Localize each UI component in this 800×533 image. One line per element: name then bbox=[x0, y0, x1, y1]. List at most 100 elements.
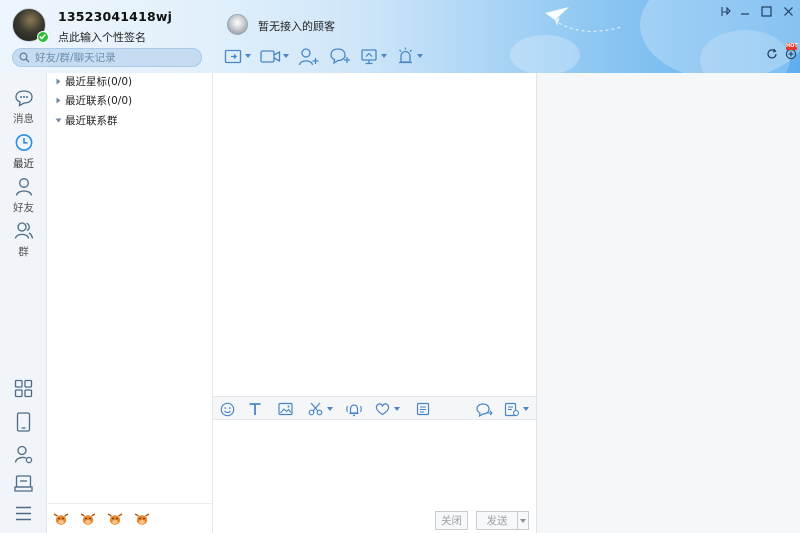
clock-icon bbox=[15, 134, 32, 151]
smiley-icon bbox=[220, 402, 235, 416]
user-icon bbox=[15, 178, 32, 196]
username[interactable]: 13523041418wj bbox=[58, 9, 172, 24]
nav-groups-label: 群 bbox=[18, 246, 29, 258]
chat-toolbar bbox=[224, 44, 432, 68]
font-button[interactable] bbox=[248, 401, 262, 417]
send-button[interactable]: 发送 bbox=[476, 511, 517, 530]
nav-messages[interactable]: 消息 bbox=[0, 89, 47, 126]
nav-groups[interactable]: 群 bbox=[0, 221, 47, 259]
search-input[interactable] bbox=[35, 50, 195, 65]
left-sidebar: 消息 最近 好友 群 bbox=[0, 73, 47, 533]
quick-reply-button[interactable] bbox=[416, 401, 430, 417]
video-camera-icon bbox=[260, 49, 281, 63]
send-options-button[interactable] bbox=[517, 511, 529, 530]
chevron-down-icon[interactable] bbox=[327, 407, 333, 411]
main-menu-button[interactable] bbox=[14, 505, 33, 525]
input-footer: 关闭 发送 bbox=[213, 504, 536, 533]
inbox-icon bbox=[14, 475, 33, 492]
emoji-button[interactable] bbox=[220, 401, 235, 417]
minimize-icon bbox=[741, 13, 749, 15]
folder-transfer-icon bbox=[224, 49, 242, 63]
create-discussion-button[interactable] bbox=[329, 44, 351, 68]
hot-badge: HOT bbox=[786, 43, 798, 50]
image-icon bbox=[278, 402, 293, 416]
group-starred[interactable]: 最近星标(0/0) bbox=[52, 72, 132, 90]
refresh-icon bbox=[767, 48, 777, 59]
customer-service-button[interactable] bbox=[14, 474, 33, 496]
message-record-button[interactable] bbox=[504, 401, 529, 417]
info-panel bbox=[537, 73, 800, 533]
contacts-footer bbox=[48, 503, 212, 533]
chevron-down-icon bbox=[520, 518, 526, 523]
group-recent-groups[interactable]: 最近联系群 bbox=[52, 111, 118, 129]
transfer-file-button[interactable] bbox=[224, 44, 251, 68]
chevron-right-icon bbox=[52, 78, 64, 85]
heart-icon bbox=[375, 403, 390, 416]
minimize-button[interactable] bbox=[738, 4, 752, 18]
screen-share-button[interactable] bbox=[360, 44, 387, 68]
bell-shake-icon bbox=[346, 403, 362, 416]
nav-friends-label: 好友 bbox=[13, 202, 34, 214]
group-recent-contacts[interactable]: 最近联系(0/0) bbox=[52, 91, 132, 109]
chat-record-button[interactable] bbox=[475, 401, 493, 417]
maximize-button[interactable] bbox=[759, 4, 773, 18]
chevron-right-icon bbox=[52, 97, 64, 104]
cow-app-icon[interactable] bbox=[107, 512, 123, 526]
message-history[interactable] bbox=[213, 73, 536, 396]
close-window-button[interactable] bbox=[781, 4, 795, 18]
video-call-button[interactable] bbox=[260, 44, 289, 68]
contact-avatar bbox=[227, 14, 248, 35]
cow-app-icon[interactable] bbox=[80, 512, 96, 526]
chat-add-icon bbox=[330, 48, 350, 65]
chevron-down-icon[interactable] bbox=[394, 407, 400, 411]
phone-icon bbox=[16, 412, 31, 432]
add-app-button[interactable] bbox=[785, 48, 797, 63]
alarm-light-icon bbox=[399, 47, 412, 64]
search-icon bbox=[19, 52, 30, 66]
add-friend-button[interactable] bbox=[298, 44, 320, 68]
nav-friends[interactable]: 好友 bbox=[0, 177, 47, 215]
nav-recent[interactable]: 最近 bbox=[0, 133, 47, 171]
user-avatar[interactable] bbox=[12, 8, 49, 43]
settings-doc-icon bbox=[504, 402, 520, 416]
online-status-icon bbox=[37, 31, 49, 43]
cow-app-icon[interactable] bbox=[53, 512, 69, 526]
group-label: 最近联系群 bbox=[65, 114, 118, 127]
group-label: 最近联系(0/0) bbox=[65, 94, 133, 107]
maximize-icon bbox=[760, 5, 772, 17]
paper-plane-icon bbox=[545, 7, 622, 32]
shake-button[interactable] bbox=[345, 401, 363, 417]
close-button[interactable]: 关闭 bbox=[435, 511, 468, 530]
image-button[interactable] bbox=[278, 401, 293, 417]
nav-recent-label: 最近 bbox=[13, 158, 34, 170]
text-format-icon bbox=[249, 403, 261, 415]
remote-assist-button[interactable] bbox=[396, 44, 423, 68]
mobile-button[interactable] bbox=[16, 412, 31, 435]
search-bar[interactable] bbox=[12, 48, 202, 67]
monitor-icon bbox=[361, 48, 377, 64]
cow-app-icon[interactable] bbox=[134, 512, 150, 526]
signature-field[interactable]: 点此输入个性签名 bbox=[58, 29, 146, 45]
refresh-button[interactable] bbox=[766, 48, 778, 63]
chevron-down-icon[interactable] bbox=[523, 407, 529, 411]
nav-messages-label: 消息 bbox=[13, 113, 34, 125]
gift-button[interactable] bbox=[375, 401, 400, 417]
chevron-down-icon bbox=[52, 118, 64, 123]
scissors-icon bbox=[308, 402, 323, 416]
chevron-down-icon[interactable] bbox=[381, 54, 387, 58]
account-settings-button[interactable] bbox=[14, 445, 33, 467]
grid-apps-icon bbox=[14, 379, 33, 398]
contact-list: 最近星标(0/0) 最近联系(0/0) 最近联系群 bbox=[48, 73, 212, 503]
message-input[interactable] bbox=[213, 420, 536, 504]
pin-button[interactable] bbox=[719, 4, 733, 18]
group-label: 最近星标(0/0) bbox=[65, 75, 133, 88]
app-manager-button[interactable] bbox=[14, 379, 33, 401]
menu-icon bbox=[16, 506, 31, 521]
chevron-down-icon[interactable] bbox=[417, 54, 423, 58]
screenshot-button[interactable] bbox=[308, 401, 333, 417]
chevron-down-icon[interactable] bbox=[245, 54, 251, 58]
pin-icon bbox=[720, 6, 731, 16]
user-settings-icon bbox=[14, 445, 33, 464]
contact-name: 暂无接入的顾客 bbox=[258, 20, 335, 33]
chevron-down-icon[interactable] bbox=[283, 54, 289, 58]
